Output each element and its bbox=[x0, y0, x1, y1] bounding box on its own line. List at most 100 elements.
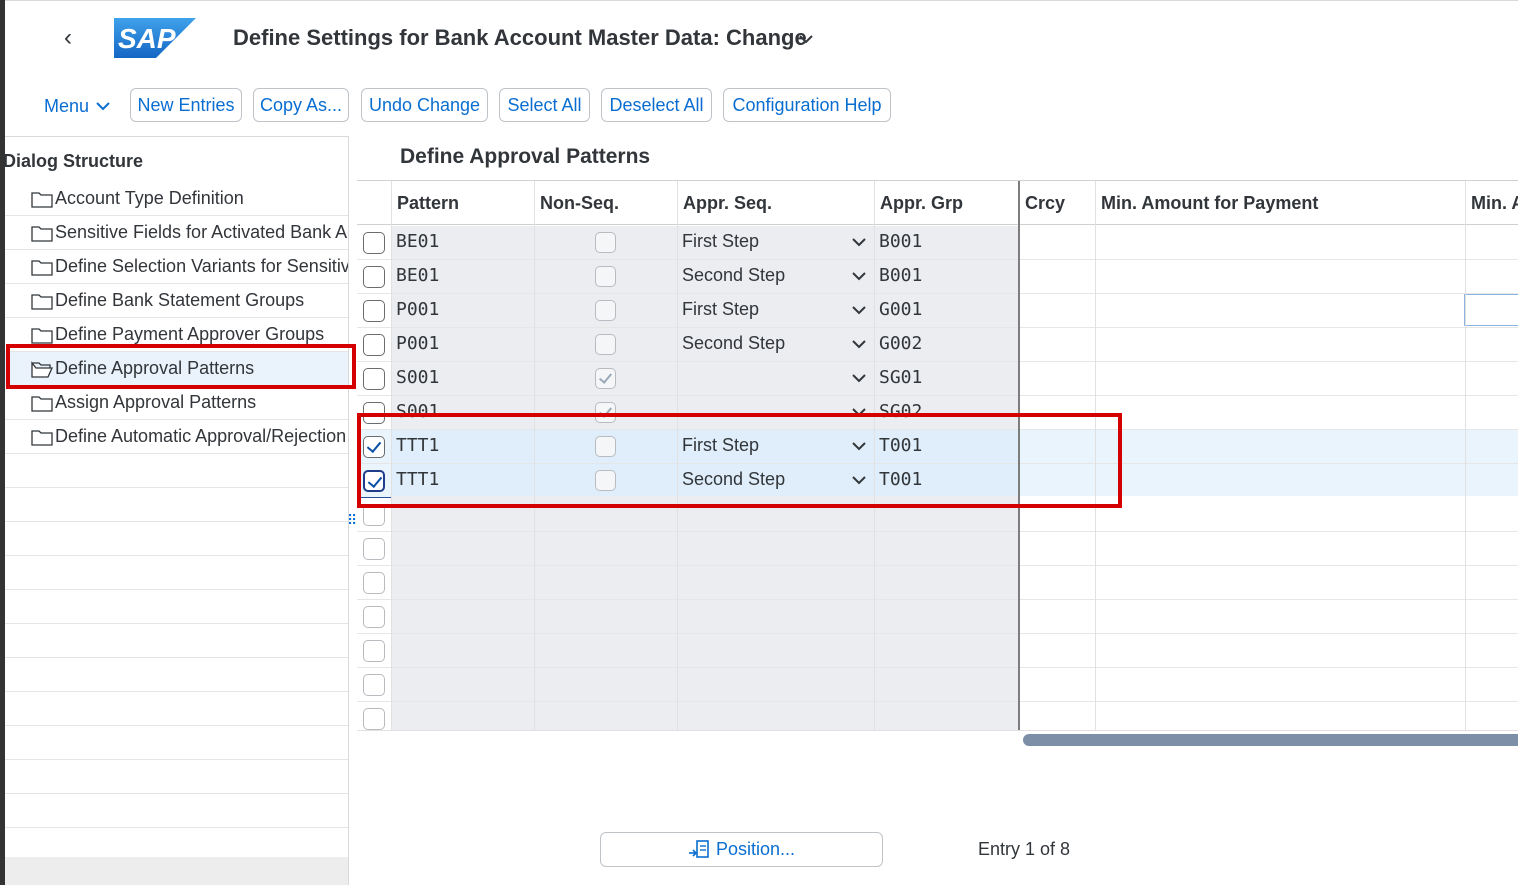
table-row[interactable]: BE01 Second Step B001 bbox=[357, 260, 1518, 294]
appr-seq-cell[interactable]: First Step bbox=[682, 299, 759, 320]
appr-seq-cell[interactable]: Second Step bbox=[682, 265, 785, 286]
pattern-cell[interactable]: S001 bbox=[396, 401, 439, 422]
table-row[interactable]: TTT1 Second Step T001 bbox=[357, 464, 1518, 498]
column-header-min-amount[interactable]: Min. Amount for Payment bbox=[1095, 181, 1465, 225]
appr-grp-cell[interactable]: G002 bbox=[879, 333, 922, 354]
pattern-cell[interactable]: P001 bbox=[396, 333, 439, 354]
new-entries-button[interactable]: New Entries bbox=[130, 88, 242, 122]
row-select-checkbox[interactable] bbox=[363, 674, 385, 696]
column-header-appr-grp[interactable]: Appr. Grp bbox=[874, 181, 1018, 225]
column-header-min-a[interactable]: Min. A bbox=[1465, 181, 1518, 225]
column-divider bbox=[874, 181, 875, 730]
configuration-help-button[interactable]: Configuration Help bbox=[723, 88, 891, 122]
row-select-checkbox[interactable] bbox=[363, 300, 385, 322]
tree-item-label: Define Payment Approver Groups bbox=[55, 324, 325, 344]
row-select-checkbox[interactable] bbox=[363, 368, 385, 390]
pattern-cell[interactable]: BE01 bbox=[396, 265, 439, 286]
non-seq-checkbox[interactable] bbox=[595, 300, 616, 321]
undo-change-button[interactable]: Undo Change bbox=[361, 88, 488, 122]
tree-item[interactable]: Assign Approval Patterns bbox=[5, 386, 348, 420]
chevron-down-icon[interactable] bbox=[851, 405, 867, 419]
pattern-cell[interactable]: P001 bbox=[396, 299, 439, 320]
row-select-checkbox[interactable] bbox=[363, 572, 385, 594]
table-row[interactable]: BE01 First Step B001 bbox=[357, 226, 1518, 260]
tree-item[interactable]: Define Approval Patterns bbox=[5, 352, 348, 386]
table-row[interactable]: P001 First Step G001 bbox=[357, 294, 1518, 328]
column-divider bbox=[391, 181, 392, 730]
chevron-down-icon[interactable] bbox=[851, 439, 867, 453]
non-seq-checkbox[interactable] bbox=[595, 402, 616, 423]
tree-item[interactable]: Define Payment Approver Groups bbox=[5, 318, 348, 352]
tree-item[interactable]: Define Selection Variants for Sensitive … bbox=[5, 250, 348, 284]
appr-seq-cell[interactable]: First Step bbox=[682, 435, 759, 456]
chevron-down-icon[interactable] bbox=[851, 473, 867, 487]
tree-item[interactable]: Define Automatic Approval/Rejection bbox=[5, 420, 348, 454]
row-select-checkbox[interactable] bbox=[363, 232, 385, 254]
appr-seq-cell[interactable]: Second Step bbox=[682, 333, 785, 354]
row-select-checkbox[interactable] bbox=[363, 334, 385, 356]
row-select-checkbox[interactable] bbox=[363, 470, 385, 492]
tree-item[interactable]: Account Type Definition bbox=[5, 182, 348, 216]
page-title: Define Settings for Bank Account Master … bbox=[233, 25, 807, 50]
column-header-non-seq[interactable]: Non-Seq. bbox=[534, 181, 677, 225]
appr-grp-cell[interactable]: T001 bbox=[879, 435, 922, 456]
folder-icon bbox=[31, 192, 53, 208]
table-row[interactable]: P001 Second Step G002 bbox=[357, 328, 1518, 362]
min-amount-input[interactable] bbox=[1464, 294, 1518, 326]
row-select-checkbox[interactable] bbox=[363, 504, 385, 526]
non-seq-checkbox[interactable] bbox=[595, 368, 616, 389]
appr-grp-cell[interactable]: G001 bbox=[879, 299, 922, 320]
empty-table-row bbox=[357, 600, 1518, 634]
appr-grp-cell[interactable]: SG01 bbox=[879, 367, 922, 388]
tree-item[interactable]: Define Bank Statement Groups bbox=[5, 284, 348, 318]
row-select-checkbox[interactable] bbox=[363, 402, 385, 424]
column-header-pattern[interactable]: Pattern bbox=[391, 181, 534, 225]
table-row[interactable]: S001 SG01 bbox=[357, 362, 1518, 396]
row-select-checkbox[interactable] bbox=[363, 606, 385, 628]
row-select-checkbox[interactable] bbox=[363, 708, 385, 730]
select-all-button[interactable]: Select All bbox=[499, 88, 590, 122]
tree-item-label: Define Approval Patterns bbox=[55, 358, 255, 378]
column-header-appr-seq[interactable]: Appr. Seq. bbox=[677, 181, 874, 225]
chevron-down-icon[interactable] bbox=[851, 235, 867, 249]
table-row[interactable]: TTT1 First Step T001 bbox=[357, 430, 1518, 464]
row-select-checkbox[interactable] bbox=[363, 436, 385, 458]
appr-seq-cell[interactable]: Second Step bbox=[682, 469, 785, 490]
non-seq-checkbox[interactable] bbox=[595, 232, 616, 253]
row-select-checkbox[interactable] bbox=[363, 266, 385, 288]
appr-seq-cell[interactable]: First Step bbox=[682, 231, 759, 252]
chevron-down-icon[interactable] bbox=[851, 269, 867, 283]
row-editable-area bbox=[391, 396, 1018, 429]
appr-grp-cell[interactable]: SG02 bbox=[879, 401, 922, 422]
chevron-down-icon[interactable] bbox=[796, 30, 816, 48]
back-icon[interactable]: ‹ bbox=[56, 24, 80, 52]
appr-grp-cell[interactable]: T001 bbox=[879, 469, 922, 490]
copy-as-button[interactable]: Copy As... bbox=[253, 88, 349, 122]
tree-empty-row bbox=[5, 624, 348, 658]
pattern-cell[interactable]: S001 bbox=[396, 367, 439, 388]
non-seq-checkbox[interactable] bbox=[595, 266, 616, 287]
deselect-all-button[interactable]: Deselect All bbox=[601, 88, 712, 122]
appr-grp-cell[interactable]: B001 bbox=[879, 265, 922, 286]
non-seq-checkbox[interactable] bbox=[595, 470, 616, 491]
row-select-checkbox[interactable] bbox=[363, 640, 385, 662]
dialog-structure-title: Dialog Structure bbox=[5, 151, 144, 171]
non-seq-checkbox[interactable] bbox=[595, 436, 616, 457]
pattern-cell[interactable]: TTT1 bbox=[396, 469, 439, 490]
menu-button[interactable]: Menu bbox=[44, 90, 111, 122]
non-seq-checkbox[interactable] bbox=[595, 334, 616, 355]
chevron-down-icon[interactable] bbox=[851, 371, 867, 385]
tree-item[interactable]: Sensitive Fields for Activated Bank Acco… bbox=[5, 216, 348, 250]
splitter-handle-icon[interactable]: ⠿ bbox=[347, 513, 357, 535]
pattern-cell[interactable]: TTT1 bbox=[396, 435, 439, 456]
tree-empty-row bbox=[5, 454, 348, 488]
table-row[interactable]: S001 SG02 bbox=[357, 396, 1518, 430]
appr-grp-cell[interactable]: B001 bbox=[879, 231, 922, 252]
position-button[interactable]: Position... bbox=[600, 832, 883, 867]
row-select-checkbox[interactable] bbox=[363, 538, 385, 560]
scrollbar-thumb[interactable] bbox=[1023, 734, 1518, 746]
column-header-crcy[interactable]: Crcy bbox=[1019, 181, 1095, 225]
chevron-down-icon[interactable] bbox=[851, 303, 867, 317]
chevron-down-icon[interactable] bbox=[851, 337, 867, 351]
pattern-cell[interactable]: BE01 bbox=[396, 231, 439, 252]
